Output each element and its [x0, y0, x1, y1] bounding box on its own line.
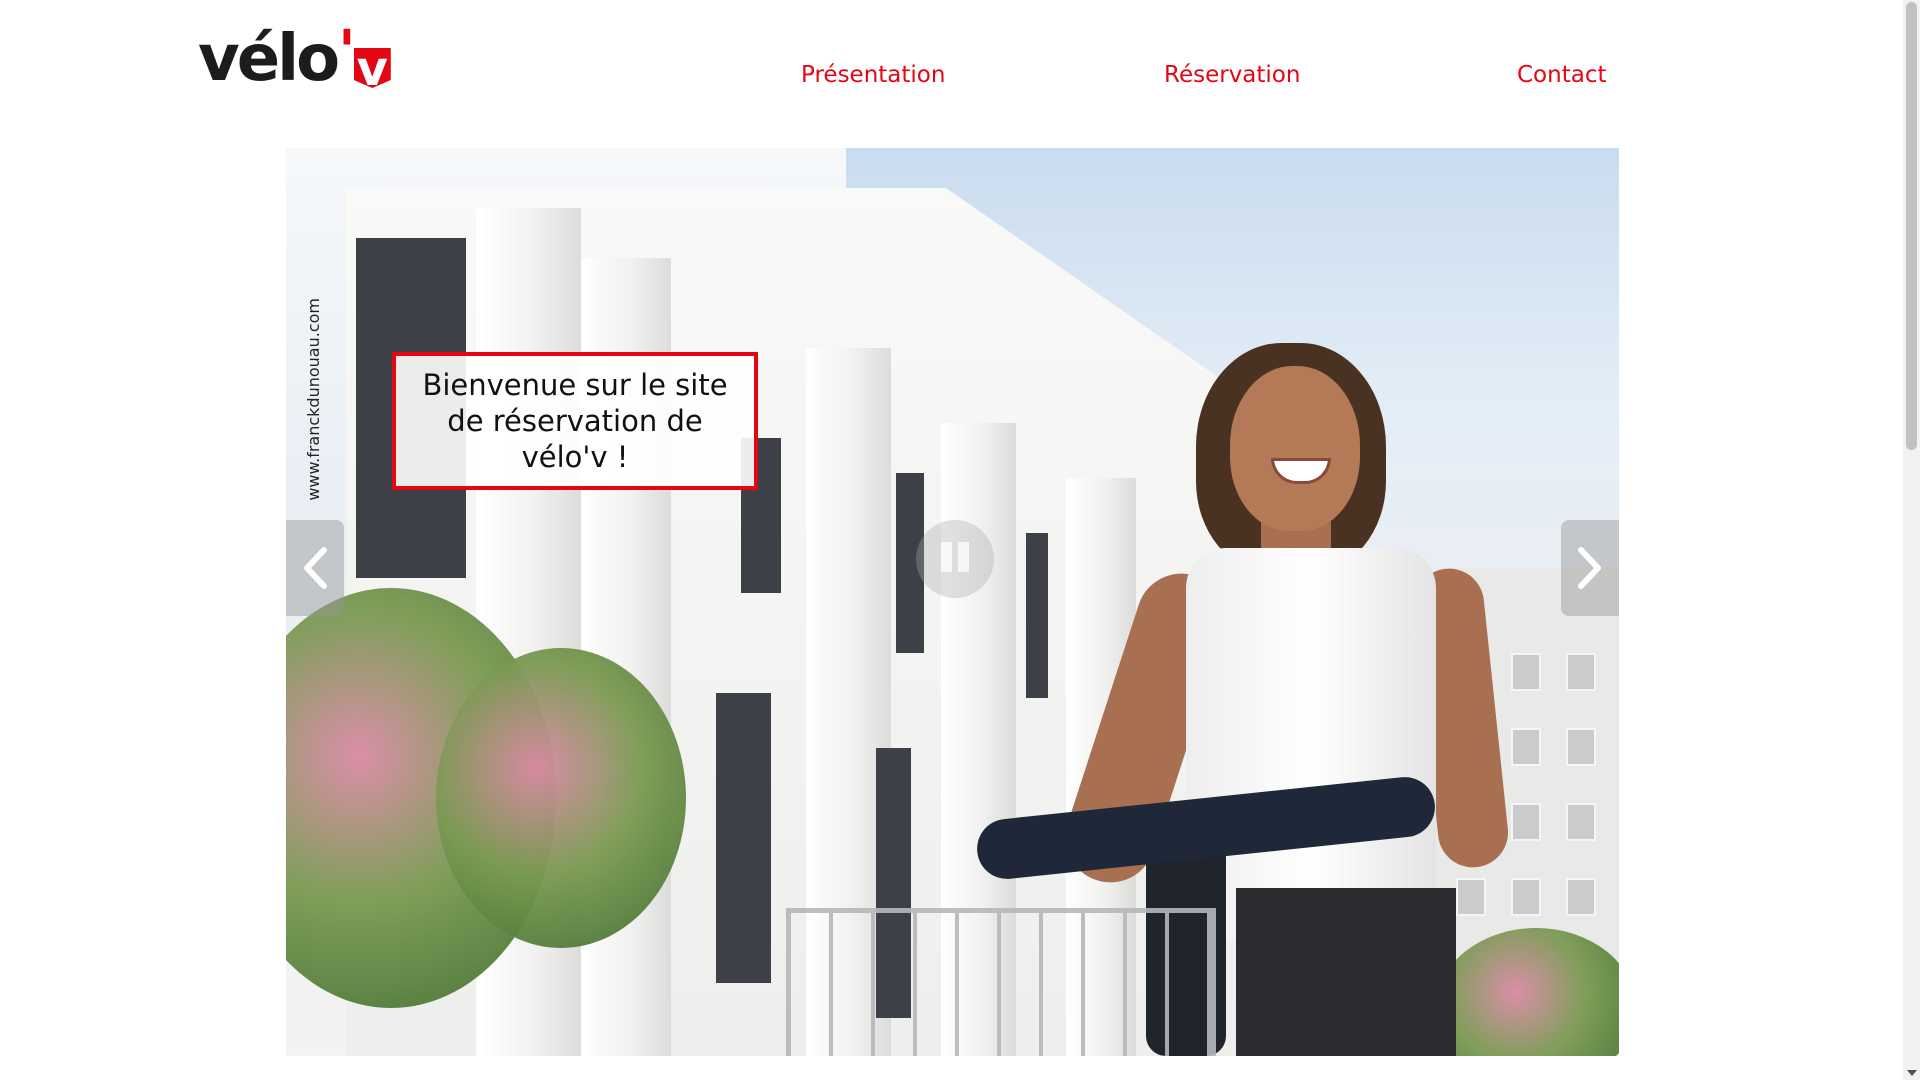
- welcome-box: Bienvenue sur le site de réservation de …: [392, 352, 758, 490]
- chevron-right-icon: [1578, 547, 1601, 589]
- logo-v-mark: v: [353, 48, 391, 88]
- chevron-down-icon[interactable]: [1907, 1070, 1917, 1076]
- hero-photo: [286, 148, 1619, 1056]
- pause-icon: [938, 542, 972, 576]
- logo-text: vélo: [198, 22, 340, 96]
- woman-jeans: [1236, 888, 1456, 1056]
- slider-pause-button[interactable]: [916, 520, 994, 598]
- scrollbar-thumb[interactable]: [1906, 2, 1917, 450]
- building-window: [716, 693, 771, 983]
- nav-link-reservation[interactable]: Réservation: [1164, 62, 1300, 88]
- building-window: [1511, 803, 1541, 841]
- nav-link-contact[interactable]: Contact: [1517, 62, 1606, 88]
- slider-prev-button[interactable]: [286, 520, 344, 616]
- woman-face: [1230, 366, 1360, 531]
- page: vélo ' v Présentation Réservation Contact: [0, 0, 1920, 1080]
- building-window: [1026, 533, 1048, 698]
- building-window: [1511, 728, 1541, 766]
- building-window: [1566, 803, 1596, 841]
- slider-next-button[interactable]: [1561, 520, 1619, 616]
- welcome-text: Bienvenue sur le site de réservation de …: [422, 368, 728, 474]
- nav-link-presentation[interactable]: Présentation: [801, 62, 945, 88]
- building-window: [1511, 878, 1541, 916]
- logo-apostrophe: ': [338, 17, 356, 85]
- building-window: [1456, 878, 1486, 916]
- flowering-tree: [436, 648, 686, 948]
- page-scrollbar[interactable]: [1903, 0, 1920, 1080]
- building-window: [1566, 878, 1596, 916]
- building-window: [1566, 653, 1596, 691]
- photo-credit: www.franckdunouau.com: [304, 298, 323, 501]
- hero-slider: www.franckdunouau.com Bienvenue sur le s…: [286, 148, 1619, 1056]
- chevron-left-icon: [304, 547, 327, 589]
- building-window: [1511, 653, 1541, 691]
- building-window: [1566, 728, 1596, 766]
- bike-basket: [786, 908, 1216, 1056]
- site-logo[interactable]: vélo ' v: [198, 17, 391, 96]
